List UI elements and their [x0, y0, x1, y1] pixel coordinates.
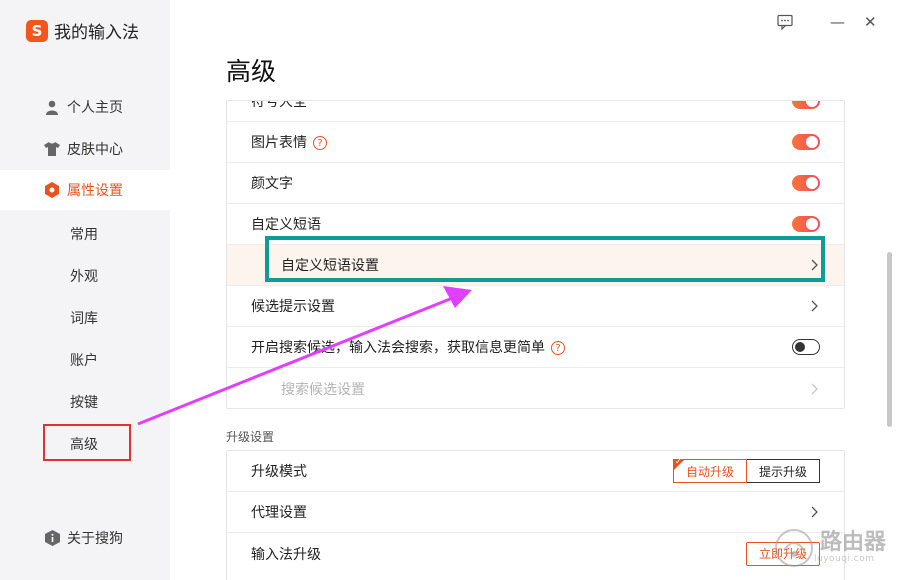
- scrollbar[interactable]: [887, 252, 892, 427]
- watermark: 路由器 luyouqi.com: [774, 528, 886, 568]
- watermark-sub: luyouqi.com: [813, 554, 875, 564]
- watermark-text: 路由器: [819, 530, 886, 555]
- router-logo-icon: [774, 529, 813, 567]
- annotation-arrow: [137, 286, 472, 426]
